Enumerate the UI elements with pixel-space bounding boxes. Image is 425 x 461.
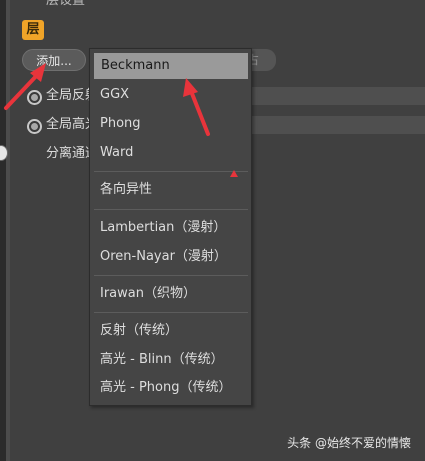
menu-item-lambertian[interactable]: Lambertian（漫射） bbox=[91, 216, 250, 240]
menu-separator bbox=[94, 275, 248, 276]
menu-item-oren-nayar[interactable]: Oren-Nayar（漫射） bbox=[91, 245, 250, 269]
global-specular-slider[interactable] bbox=[252, 116, 425, 134]
partially-hidden-button-label: 占 bbox=[252, 53, 260, 67]
section-title: 层设置 bbox=[46, 0, 86, 8]
add-button[interactable]: 添加... bbox=[22, 49, 86, 71]
global-specular-radio[interactable] bbox=[27, 119, 42, 134]
menu-separator bbox=[94, 312, 248, 313]
menu-item-irawan[interactable]: Irawan（织物） bbox=[91, 282, 250, 306]
menu-item-reflection-legacy[interactable]: 反射（传统） bbox=[91, 319, 250, 343]
menu-item-specular-phong-legacy[interactable]: 高光 - Phong（传统） bbox=[91, 376, 250, 400]
menu-item-ggx[interactable]: GGX bbox=[91, 83, 250, 107]
menu-item-anisotropic[interactable]: 各向异性 bbox=[91, 178, 250, 202]
layer-badge[interactable]: 层 bbox=[22, 20, 44, 40]
global-reflection-radio[interactable] bbox=[27, 90, 42, 105]
global-reflection-slider[interactable] bbox=[252, 87, 425, 105]
annotation-marker-icon bbox=[230, 170, 238, 177]
left-edge-divider bbox=[6, 0, 10, 461]
add-layer-dropdown: Beckmann GGX Phong Ward 各向异性 Lambertian（… bbox=[89, 48, 252, 406]
watermark: 头条 @始终不爱的情懐 bbox=[287, 436, 411, 450]
menu-item-phong[interactable]: Phong bbox=[91, 112, 250, 136]
menu-separator bbox=[94, 171, 248, 172]
menu-separator bbox=[94, 209, 248, 210]
menu-item-specular-blinn-legacy[interactable]: 高光 - Blinn（传统） bbox=[91, 348, 250, 372]
menu-item-ward[interactable]: Ward bbox=[91, 141, 250, 165]
partially-hidden-button[interactable]: 占 bbox=[252, 49, 276, 71]
menu-item-beckmann[interactable]: Beckmann bbox=[94, 53, 248, 79]
